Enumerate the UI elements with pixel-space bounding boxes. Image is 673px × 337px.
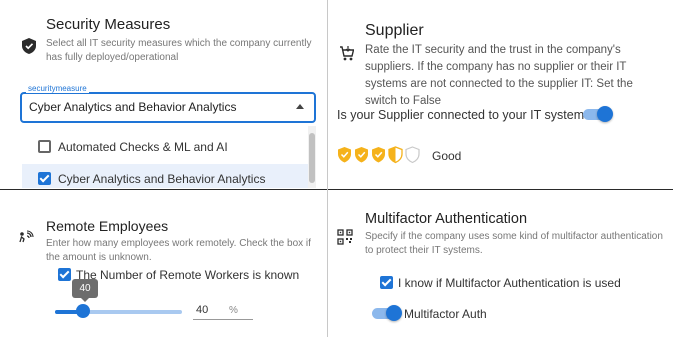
option-checkbox[interactable] [38,172,51,185]
supplier-question: Is your Supplier connected to your IT sy… [337,108,598,122]
rating-shields[interactable] [338,146,428,164]
slider-tooltip: 40 [72,279,98,302]
option-cyber-analytics[interactable]: Cyber Analytics and Behavior Analytics [22,164,316,188]
supplier-description: Rate the IT security and the trust in th… [365,44,633,107]
supplier-rating[interactable] [338,146,428,164]
security-measure-select-label: securitymeasure [26,84,89,93]
mfa-toggle[interactable] [372,305,402,321]
security-title: Security Measures [46,16,171,33]
option-checkbox[interactable] [38,140,51,153]
option-label: Automated Checks & ML and AI [58,140,228,154]
security-description: Select all IT security measures which th… [46,38,312,63]
shield-rating-icon [338,147,351,163]
horizontal-divider-left [0,189,327,190]
remote-percent-unit: % [229,305,238,316]
qr-code-icon [337,229,353,245]
remote-description: Enter how many employees work remotely. … [46,238,311,263]
shield-check-icon [22,38,36,54]
mfa-title: Multifactor Authentication [365,211,528,227]
shield-empty-icon [405,146,420,164]
supplier-title: Supplier [365,22,424,39]
shield-rating-icon [372,147,385,163]
mfa-toggle-label: Multifactor Auth [404,307,487,321]
vertical-divider [327,0,328,337]
remote-slider-thumb[interactable] [76,304,90,318]
caret-up-icon[interactable] [296,104,304,109]
dropdown-scrollbar-thumb[interactable] [309,133,315,183]
option-label: Cyber Analytics and Behavior Analytics [58,172,266,186]
mfa-know-checkbox[interactable] [380,276,393,289]
shield-half-icon [388,146,403,164]
security-measure-dropdown: Automated Checks & ML and AI Cyber Analy… [22,126,316,188]
option-automated-checks[interactable]: Automated Checks & ML and AI [22,133,316,161]
wifi-person-icon [19,230,34,243]
remote-known-checkbox[interactable] [58,268,71,281]
mfa-know-label: I know if Multifactor Authentication is … [398,276,621,290]
remote-percent-value: 40 [196,304,209,316]
supplier-rating-label: Good [432,149,462,163]
supplier-connected-toggle[interactable] [583,106,613,122]
remote-known-label: The Number of Remote Workers is known [76,268,300,282]
horizontal-divider-right [328,189,673,190]
cart-icon [340,46,354,61]
mfa-description: Specify if the company uses some kind of… [365,231,663,256]
shield-rating-icon [355,147,368,163]
remote-title: Remote Employees [46,218,169,234]
security-measure-select-value: Cyber Analytics and Behavior Analytics [29,100,237,114]
